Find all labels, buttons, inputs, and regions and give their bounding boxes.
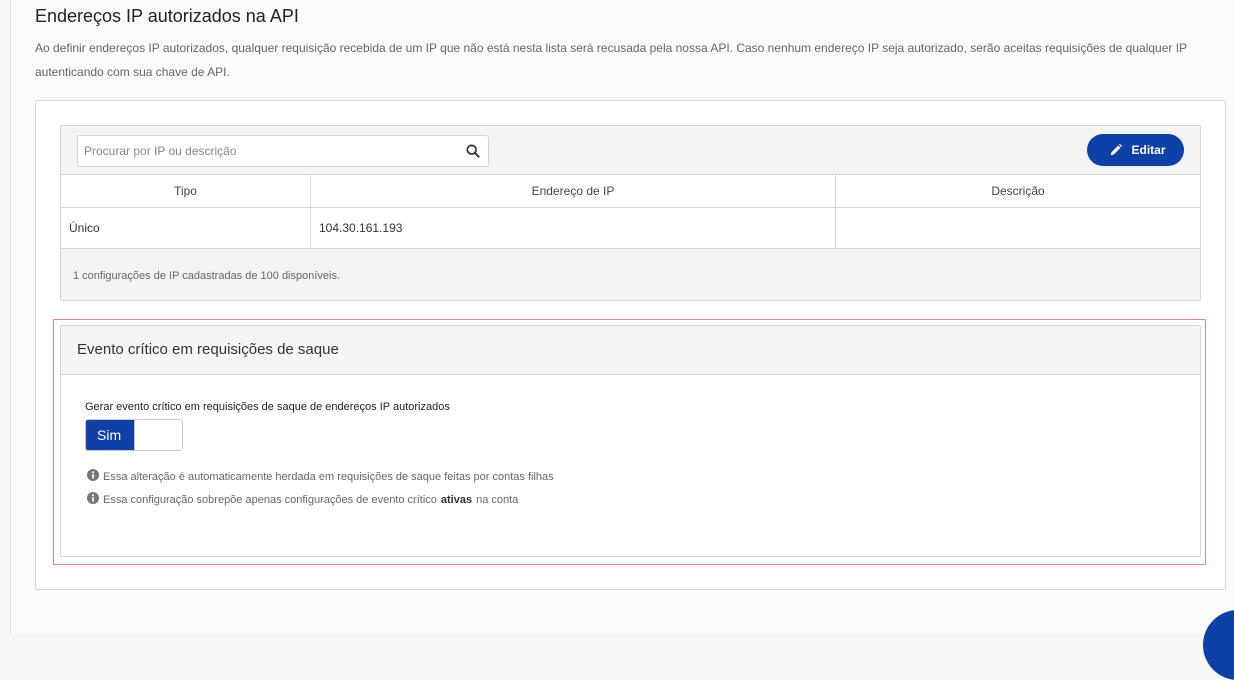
table-header-row: Tipo Endereço de IP Descrição — [61, 174, 1200, 208]
critical-event-card: Evento crítico em requisições de saque G… — [60, 325, 1201, 557]
search-input[interactable] — [78, 136, 454, 166]
critical-event-title: Evento crítico em requisições de saque — [77, 341, 339, 358]
ip-table: Tipo Endereço de IP Descrição Único 104.… — [61, 174, 1200, 249]
pencil-icon — [1111, 143, 1123, 156]
info-circle-icon — [87, 469, 99, 481]
page-description: Ao definir endereços IP autorizados, qua… — [35, 41, 1187, 79]
cell-endereco: 104.30.161.193 — [310, 207, 836, 249]
column-header-descricao[interactable]: Descrição — [835, 174, 1200, 208]
authorized-ip-card: Editar Tipo Endereço de IP Descrição Úni… — [35, 100, 1226, 590]
info-override-text-end: na conta — [476, 494, 519, 506]
critical-event-header: Evento crítico em requisições de saque — [61, 326, 1200, 375]
page-content: Endereços IP autorizados na API Ao defin… — [10, 0, 1234, 633]
toggle-handle[interactable] — [134, 420, 182, 450]
search-box — [77, 135, 489, 167]
cell-descricao — [835, 207, 1200, 249]
toggle-label: Gerar evento crítico em requisições de s… — [85, 401, 450, 413]
page-title: Endereços IP autorizados na API — [35, 6, 299, 26]
info-override: Essa configuração sobrepõe apenas config… — [87, 492, 519, 506]
table-row[interactable]: Único 104.30.161.193 — [61, 207, 1200, 249]
info-inherited-text: Essa alteração é automaticamente herdada… — [103, 471, 554, 483]
critical-event-toggle[interactable]: Sim — [85, 419, 183, 451]
edit-button-label: Editar — [1131, 143, 1166, 157]
edit-button[interactable]: Editar — [1087, 134, 1184, 166]
toggle-on-label: Sim — [86, 420, 134, 450]
search-icon[interactable] — [466, 144, 480, 158]
info-override-bold: ativas — [440, 494, 473, 506]
cell-tipo: Único — [61, 207, 311, 249]
info-circle-icon — [87, 492, 99, 504]
ip-count-note: 1 configurações de IP cadastradas de 100… — [73, 270, 341, 282]
ip-list-panel: Editar Tipo Endereço de IP Descrição Úni… — [60, 125, 1201, 301]
column-header-tipo[interactable]: Tipo — [61, 174, 311, 208]
column-header-endereco[interactable]: Endereço de IP — [310, 174, 836, 208]
info-override-text: Essa configuração sobrepõe apenas config… — [103, 494, 437, 506]
info-inherited: Essa alteração é automaticamente herdada… — [87, 469, 554, 483]
